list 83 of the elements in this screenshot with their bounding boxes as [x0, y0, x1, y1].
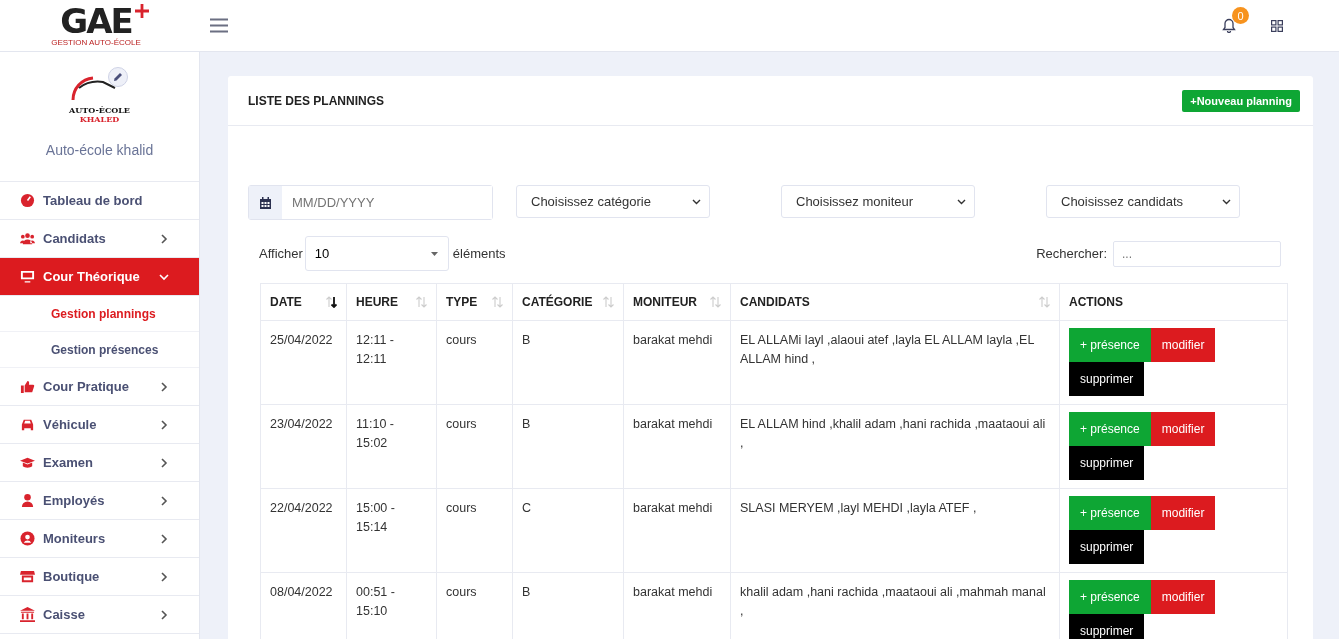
gauge-icon	[20, 193, 35, 208]
table-cell: 23/04/2022	[270, 417, 333, 431]
sidebar-item[interactable]: Véhicule	[0, 406, 199, 444]
edit-pencil-icon[interactable]	[108, 67, 128, 87]
submenu-item[interactable]: Gestion présences	[0, 332, 199, 368]
table-cell: khalil adam ,hani rachida ,maataoui ali ,mahmah manal ,	[740, 585, 1046, 618]
column-header[interactable]: CANDIDATS	[730, 283, 1060, 321]
table-cell: B	[522, 333, 531, 347]
page-size-dropdown[interactable]: 10	[304, 236, 449, 271]
notification-bell-icon[interactable]	[1222, 18, 1236, 33]
table-cell: cours	[446, 333, 477, 347]
table-cell: 11:10 - 15:02	[356, 417, 394, 450]
sidebar-item[interactable]: Moniteurs	[0, 520, 199, 558]
delete-button[interactable]: supprimer	[1069, 530, 1145, 564]
sidebar-item[interactable]: Boutique	[0, 558, 199, 596]
monitor-icon	[20, 269, 35, 284]
school-name: Auto-école khalid	[45, 142, 154, 158]
table-cell: 00:51 - 15:10	[356, 585, 395, 618]
store-icon	[20, 569, 35, 584]
table-cell: 15:00 - 15:14	[356, 501, 395, 534]
elements-label: éléments	[452, 246, 506, 261]
table-cell: 12:11 - 12:11	[356, 333, 394, 366]
column-header[interactable]: HEURE	[346, 283, 437, 321]
table-cell: barakat mehdi	[633, 333, 713, 347]
thumb-icon	[20, 379, 35, 394]
filter-dropdown[interactable]: Choisissez catégorie	[516, 185, 710, 218]
sidebar-item[interactable]: Cour Pratique	[0, 368, 199, 406]
sidebar-item[interactable]: Examen	[0, 444, 199, 482]
table-cell: barakat mehdi	[633, 585, 713, 599]
apps-grid-icon[interactable]	[1271, 19, 1283, 32]
delete-button[interactable]: supprimer	[1069, 446, 1145, 480]
chevron-down-icon	[692, 198, 701, 205]
column-header[interactable]: CATÉGORIE	[512, 283, 624, 321]
car-icon	[20, 417, 35, 432]
edit-button[interactable]: modifier	[1150, 412, 1216, 446]
users-icon	[20, 231, 35, 246]
column-header[interactable]: TYPE	[436, 283, 513, 321]
table-cell: 22/04/2022	[270, 501, 333, 515]
card-title: LISTE DES PLANNINGS	[248, 93, 384, 108]
bank-icon	[20, 607, 35, 622]
menu-icon[interactable]	[210, 18, 228, 33]
table-cell: barakat mehdi	[633, 501, 713, 515]
date-field[interactable]: MM/DD/YYYY	[248, 185, 493, 220]
delete-button[interactable]: supprimer	[1069, 362, 1145, 396]
table-cell: SLASI MERYEM ,layl MEHDI ,layla ATEF ,	[740, 501, 977, 515]
notification-count: 0	[1232, 7, 1249, 24]
filter-dropdown[interactable]: Choisissez candidats	[1046, 185, 1240, 218]
cap-icon	[20, 455, 35, 470]
table-cell: B	[522, 585, 531, 599]
usercircle-icon	[20, 531, 35, 546]
user-icon	[20, 493, 35, 508]
school-logo: AUTO-ÉCOLE KHALED	[63, 74, 136, 124]
column-header: ACTIONS	[1059, 283, 1288, 321]
edit-button[interactable]: modifier	[1150, 496, 1216, 530]
sidebar-item[interactable]: Employés	[0, 482, 199, 520]
chevron-down-icon	[1222, 198, 1231, 205]
sidebar-item[interactable]: Cour Théorique	[0, 258, 199, 296]
show-label: Afficher	[259, 246, 303, 261]
chevron-down-icon	[957, 198, 966, 205]
table-cell: B	[522, 417, 531, 431]
app-logo: GAE GESTION AUTO-ÉCOLE	[51, 4, 149, 47]
table-cell: cours	[446, 501, 477, 515]
filter-dropdown[interactable]: Choisissez moniteur	[781, 185, 975, 218]
search-label: Rechercher:	[1036, 246, 1107, 261]
edit-button[interactable]: modifier	[1150, 328, 1216, 362]
table-cell: barakat mehdi	[633, 417, 713, 431]
edit-button[interactable]: modifier	[1150, 580, 1216, 614]
delete-button[interactable]: supprimer	[1069, 614, 1145, 639]
table-cell: 25/04/2022	[270, 333, 333, 347]
table-cell: EL ALLAM hind ,khalil adam ,hani rachida ,maataoui ali ,	[740, 417, 1046, 450]
sidebar-item[interactable]: Tableau de bord	[0, 182, 199, 220]
table-cell: cours	[446, 585, 477, 599]
sidebar-item[interactable]: Caisse	[0, 596, 199, 634]
table-cell: EL ALLAMi layl ,alaoui atef ,layla EL ALLAM layla ,EL ALLAM hind ,	[740, 333, 1034, 366]
column-header[interactable]: DATE	[260, 283, 347, 321]
caret-down-icon	[430, 251, 438, 256]
table-cell: C	[522, 501, 532, 515]
table-cell: cours	[446, 417, 477, 431]
table-cell: 08/04/2022	[270, 585, 333, 599]
search-field[interactable]: ...	[1113, 240, 1281, 267]
column-header[interactable]: MONITEUR	[623, 283, 731, 321]
submenu-item[interactable]: Gestion plannings	[0, 296, 199, 332]
calendar-icon	[249, 186, 282, 219]
